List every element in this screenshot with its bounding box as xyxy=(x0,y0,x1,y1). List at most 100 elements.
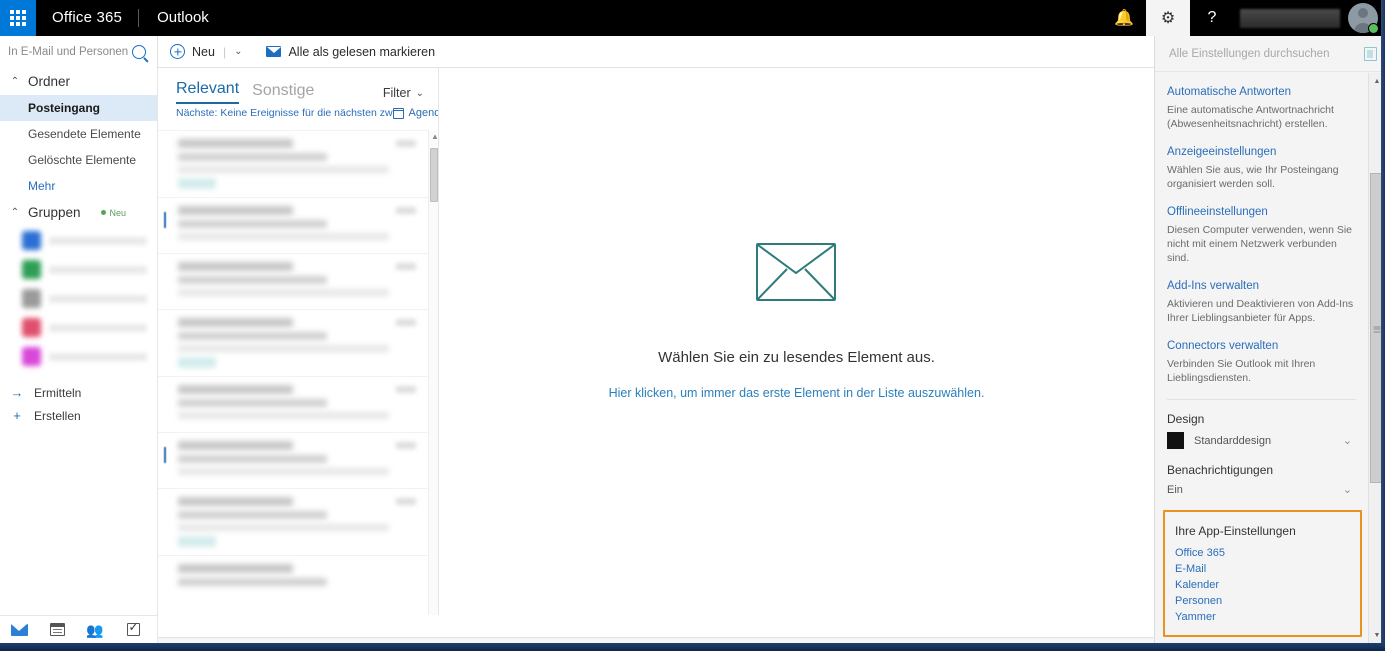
setting-title[interactable]: Automatische Antworten xyxy=(1167,85,1354,100)
message-subject-redacted xyxy=(178,578,327,586)
notifications-selector[interactable]: Ein ⌄ xyxy=(1167,483,1354,497)
setting-title[interactable]: Offlineeinstellungen xyxy=(1167,205,1354,220)
setting-anzeigeeinstellungen: Anzeigeeinstellungen Wählen Sie aus, wie… xyxy=(1155,145,1368,191)
account-avatar-button[interactable] xyxy=(1348,3,1379,34)
search-box[interactable] xyxy=(0,35,158,68)
message-time-redacted xyxy=(396,498,416,505)
setting-title[interactable]: Add-Ins verwalten xyxy=(1167,279,1354,294)
list-item[interactable] xyxy=(0,342,157,371)
chevron-down-icon[interactable]: ⌄ xyxy=(1343,483,1352,496)
module-calendar-button[interactable] xyxy=(38,616,76,644)
message-list[interactable] xyxy=(158,130,428,615)
list-item[interactable] xyxy=(0,226,157,255)
setting-title[interactable]: Connectors verwalten xyxy=(1167,339,1354,354)
settings-search-icon[interactable] xyxy=(1364,46,1377,61)
table-row[interactable] xyxy=(158,309,428,376)
settings-button[interactable]: ⚙ xyxy=(1146,0,1190,36)
discover-groups-button[interactable]: → Ermitteln xyxy=(0,381,157,404)
table-row[interactable] xyxy=(158,488,428,555)
chevron-down-icon[interactable]: ⌄ xyxy=(1343,434,1352,447)
notifications-button[interactable]: 🔔 xyxy=(1102,0,1146,36)
table-row[interactable] xyxy=(158,130,428,197)
agenda-button[interactable]: Agenda xyxy=(392,107,438,119)
module-tasks-button[interactable] xyxy=(114,616,152,644)
search-input[interactable] xyxy=(8,45,130,58)
list-item[interactable] xyxy=(0,284,157,313)
new-mail-button[interactable]: Neu | ⌄ xyxy=(158,36,254,68)
message-preview-redacted xyxy=(178,345,390,352)
settings-divider xyxy=(1167,399,1356,400)
chevron-down-icon[interactable]: ⌄ xyxy=(234,46,242,57)
message-sender-redacted xyxy=(178,318,294,327)
module-people-button[interactable]: 👥 xyxy=(76,616,114,644)
settings-search-box[interactable] xyxy=(1155,36,1385,72)
table-row[interactable] xyxy=(158,197,428,253)
sidebar-item-gesendete-elemente[interactable]: Gesendete Elemente xyxy=(0,121,157,147)
message-subject-redacted xyxy=(178,399,327,407)
scrollbar-grip-icon xyxy=(1373,325,1381,332)
create-group-button[interactable]: + Erstellen xyxy=(0,404,157,427)
list-item[interactable] xyxy=(0,255,157,284)
table-row[interactable] xyxy=(158,555,428,599)
scrollbar-thumb[interactable] xyxy=(430,148,438,202)
unread-indicator xyxy=(164,447,166,463)
design-selector[interactable]: Standarddesign ⌄ xyxy=(1167,432,1354,449)
app-setting-link-yammer[interactable]: Yammer xyxy=(1175,609,1348,625)
sidebar-item-posteingang[interactable]: Posteingang xyxy=(0,95,157,121)
chevron-up-icon: ⌃ xyxy=(10,76,20,87)
office-365-brand[interactable]: Office 365 xyxy=(36,0,138,36)
message-preview-redacted xyxy=(178,289,390,296)
list-item[interactable] xyxy=(0,313,157,342)
design-label: Design xyxy=(1167,412,1205,426)
mark-all-read-button[interactable]: Alle als gelesen markieren xyxy=(254,36,447,68)
setting-automatische-antworten: Automatische Antworten Eine automatische… xyxy=(1155,85,1368,131)
notifications-label: Benachrichtigungen xyxy=(1167,463,1274,477)
message-list-scrollbar[interactable]: ▲ xyxy=(428,130,438,615)
gear-icon: ⚙ xyxy=(1160,10,1176,27)
new-split-divider: | xyxy=(222,44,227,59)
table-row[interactable] xyxy=(158,253,428,309)
message-preview-redacted xyxy=(178,233,390,240)
message-sender-redacted xyxy=(178,441,294,450)
message-preview-redacted xyxy=(178,468,390,475)
app-launcher-button[interactable] xyxy=(0,0,36,36)
scroll-up-icon[interactable]: ▲ xyxy=(431,132,438,141)
table-row[interactable] xyxy=(158,432,428,488)
settings-search-input[interactable] xyxy=(1169,47,1337,60)
app-setting-link-kalender[interactable]: Kalender xyxy=(1175,577,1348,593)
outlook-app-name[interactable]: Outlook xyxy=(139,0,227,36)
mail-icon xyxy=(10,623,28,636)
filter-label: Filter xyxy=(382,86,411,100)
os-taskbar[interactable] xyxy=(0,643,1385,651)
window-right-edge xyxy=(1381,0,1385,643)
sidebar-item-geloeschte-elemente[interactable]: Gelöschte Elemente xyxy=(0,147,157,173)
message-preview-redacted xyxy=(178,412,390,419)
help-button[interactable]: ? xyxy=(1190,0,1234,36)
sidebar-item-mehr[interactable]: Mehr xyxy=(0,173,157,199)
tab-sonstige[interactable]: Sonstige xyxy=(252,82,314,104)
setting-add-ins-verwalten: Add-Ins verwalten Aktivieren und Deaktiv… xyxy=(1155,279,1368,325)
group-avatar xyxy=(22,231,41,250)
message-time-redacted xyxy=(396,319,416,326)
module-mail-button[interactable] xyxy=(0,616,38,644)
groups-section-header[interactable]: ⌃ Gruppen Neu xyxy=(0,199,157,226)
tab-relevant[interactable]: Relevant xyxy=(176,80,240,104)
message-tag-redacted xyxy=(178,178,216,189)
app-setting-link-email[interactable]: E-Mail xyxy=(1175,561,1348,577)
app-setting-link-office-365[interactable]: Office 365 xyxy=(1175,545,1348,561)
unread-indicator xyxy=(164,212,166,228)
message-sender-redacted xyxy=(178,497,294,506)
setting-description: Aktivieren und Deaktivieren von Add-Ins … xyxy=(1167,298,1354,324)
app-setting-link-personen[interactable]: Personen xyxy=(1175,593,1348,609)
setting-title[interactable]: Anzeigeeinstellungen xyxy=(1167,145,1354,160)
settings-panel: Automatische Antworten Eine automatische… xyxy=(1154,36,1385,643)
folders-section-header[interactable]: ⌃ Ordner xyxy=(0,68,157,95)
auto-select-first-item-link[interactable]: Hier klicken, um immer das erste Element… xyxy=(609,386,985,400)
message-sender-redacted xyxy=(178,564,294,573)
folders-section-label: Ordner xyxy=(28,74,71,89)
table-row[interactable] xyxy=(158,376,428,432)
search-icon[interactable] xyxy=(132,44,146,59)
tasks-icon xyxy=(126,620,140,636)
filter-button[interactable]: Filter ⌄ xyxy=(383,86,424,104)
message-tag-redacted xyxy=(178,357,216,368)
